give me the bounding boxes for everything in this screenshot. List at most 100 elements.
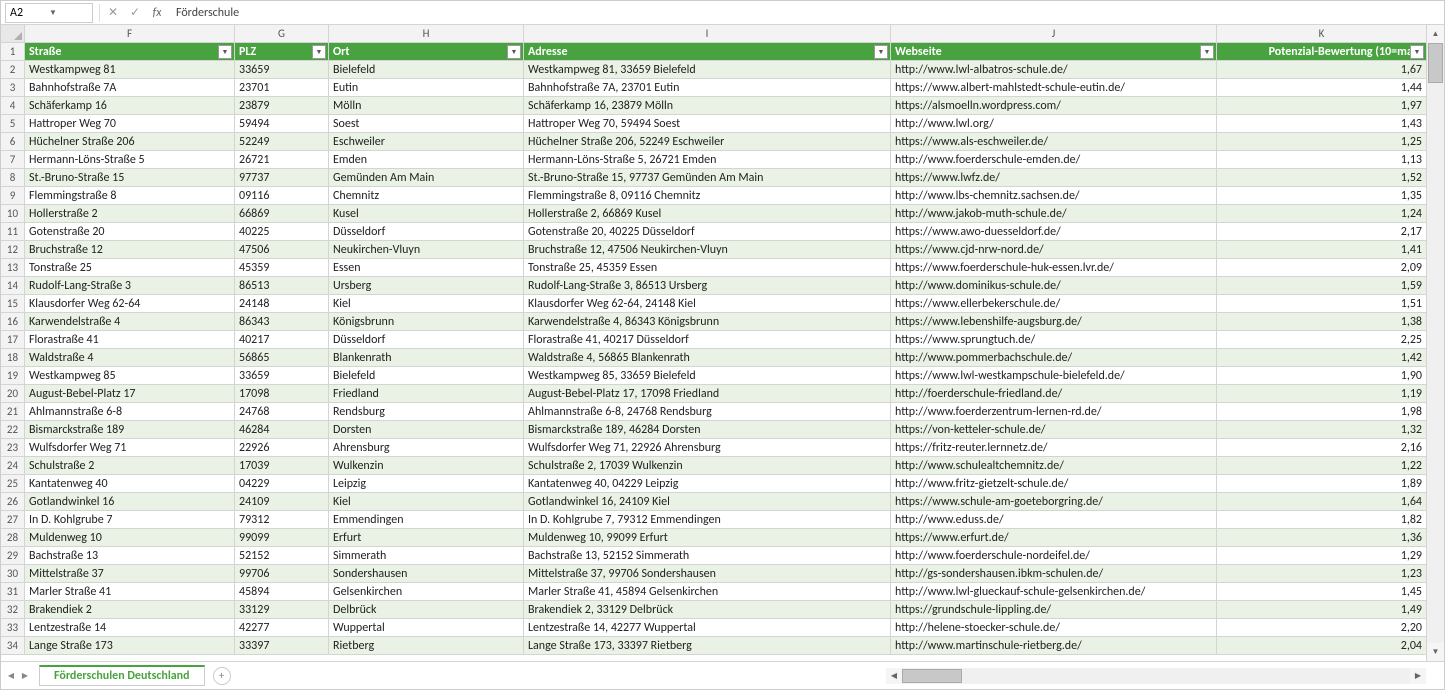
- cell-webseite[interactable]: https://www.foerderschule-huk-essen.lvr.…: [891, 259, 1217, 277]
- cell-strasse[interactable]: Bachstraße 13: [25, 547, 235, 565]
- row-header[interactable]: 13: [1, 259, 25, 277]
- cell-strasse[interactable]: Muldenweg 10: [25, 529, 235, 547]
- cell-plz[interactable]: 66869: [235, 205, 329, 223]
- cell-plz[interactable]: 24148: [235, 295, 329, 313]
- cell-adresse[interactable]: Hermann-Löns-Straße 5, 26721 Emden: [524, 151, 891, 169]
- cell-ort[interactable]: Ursberg: [329, 277, 524, 295]
- cell-bewertung[interactable]: 1,90: [1217, 367, 1426, 385]
- tab-nav-prev-icon[interactable]: ◀: [5, 669, 17, 683]
- formula-input[interactable]: Förderschule: [168, 6, 1444, 20]
- cell-webseite[interactable]: https://www.schule-am-goeteborgring.de/: [891, 493, 1217, 511]
- cell-webseite[interactable]: http://helene-stoecker-schule.de/: [891, 619, 1217, 637]
- cell-webseite[interactable]: https://von-ketteler-schule.de/: [891, 421, 1217, 439]
- cell-strasse[interactable]: Hermann-Löns-Straße 5: [25, 151, 235, 169]
- cell-plz[interactable]: 23701: [235, 79, 329, 97]
- cell-strasse[interactable]: Kantatenweg 40: [25, 475, 235, 493]
- cell-bewertung[interactable]: 1,82: [1217, 511, 1426, 529]
- cell-ort[interactable]: Kiel: [329, 295, 524, 313]
- cell-adresse[interactable]: Bismarckstraße 189, 46284 Dorsten: [524, 421, 891, 439]
- cell-bewertung[interactable]: 1,23: [1217, 565, 1426, 583]
- sheet-tab[interactable]: Förderschulen Deutschland: [39, 665, 205, 686]
- cell-adresse[interactable]: Rudolf-Lang-Straße 3, 86513 Ursberg: [524, 277, 891, 295]
- vscroll-thumb[interactable]: [1428, 43, 1443, 83]
- row-header[interactable]: 5: [1, 115, 25, 133]
- cell-plz[interactable]: 22926: [235, 439, 329, 457]
- cell-adresse[interactable]: Lange Straße 173, 33397 Rietberg: [524, 637, 891, 655]
- row-header[interactable]: 19: [1, 367, 25, 385]
- cell-bewertung[interactable]: 1,67: [1217, 61, 1426, 79]
- cell-ort[interactable]: Chemnitz: [329, 187, 524, 205]
- cell-ort[interactable]: Simmerath: [329, 547, 524, 565]
- column-header-F[interactable]: F: [25, 25, 235, 43]
- cell-strasse[interactable]: Karwendelstraße 4: [25, 313, 235, 331]
- cell-adresse[interactable]: Florastraße 41, 40217 Düsseldorf: [524, 331, 891, 349]
- cell-ort[interactable]: Eschweiler: [329, 133, 524, 151]
- cell-ort[interactable]: Kusel: [329, 205, 524, 223]
- cell-webseite[interactable]: https://grundschule-lippling.de/: [891, 601, 1217, 619]
- cell-adresse[interactable]: Klausdorfer Weg 62-64, 24148 Kiel: [524, 295, 891, 313]
- cell-strasse[interactable]: Gotlandwinkel 16: [25, 493, 235, 511]
- row-header[interactable]: 18: [1, 349, 25, 367]
- column-header-G[interactable]: G: [235, 25, 329, 43]
- row-header[interactable]: 16: [1, 313, 25, 331]
- cell-adresse[interactable]: Hattroper Weg 70, 59494 Soest: [524, 115, 891, 133]
- row-header[interactable]: 34: [1, 637, 25, 655]
- cell-webseite[interactable]: http://www.jakob-muth-schule.de/: [891, 205, 1217, 223]
- cell-adresse[interactable]: Tonstraße 25, 45359 Essen: [524, 259, 891, 277]
- table-header-strasse[interactable]: Straße▼: [25, 43, 235, 61]
- cell-ort[interactable]: Wulkenzin: [329, 457, 524, 475]
- cell-bewertung[interactable]: 1,45: [1217, 583, 1426, 601]
- cell-bewertung[interactable]: 2,09: [1217, 259, 1426, 277]
- cell-ort[interactable]: Blankenrath: [329, 349, 524, 367]
- chevron-down-icon[interactable]: ▼: [49, 8, 88, 18]
- cell-webseite[interactable]: http://www.dominikus-schule.de/: [891, 277, 1217, 295]
- accept-formula-icon[interactable]: ✓: [124, 3, 146, 23]
- cell-bewertung[interactable]: 2,16: [1217, 439, 1426, 457]
- cell-bewertung[interactable]: 1,97: [1217, 97, 1426, 115]
- cell-strasse[interactable]: Westkampweg 81: [25, 61, 235, 79]
- cell-plz[interactable]: 40217: [235, 331, 329, 349]
- cell-plz[interactable]: 40225: [235, 223, 329, 241]
- cell-plz[interactable]: 26721: [235, 151, 329, 169]
- cell-ort[interactable]: Bielefeld: [329, 61, 524, 79]
- cell-webseite[interactable]: https://www.ellerbekerschule.de/: [891, 295, 1217, 313]
- cell-webseite[interactable]: http://www.martinschule-rietberg.de/: [891, 637, 1217, 655]
- cell-plz[interactable]: 33397: [235, 637, 329, 655]
- row-header[interactable]: 2: [1, 61, 25, 79]
- cell-ort[interactable]: Dorsten: [329, 421, 524, 439]
- column-header-J[interactable]: J: [891, 25, 1217, 43]
- cell-strasse[interactable]: Lentzestraße 14: [25, 619, 235, 637]
- filter-dropdown-icon[interactable]: ▼: [507, 45, 521, 59]
- cell-bewertung[interactable]: 1,51: [1217, 295, 1426, 313]
- cell-plz[interactable]: 52249: [235, 133, 329, 151]
- cell-adresse[interactable]: Ahlmannstraße 6-8, 24768 Rendsburg: [524, 403, 891, 421]
- tab-nav-next-icon[interactable]: ▶: [19, 669, 31, 683]
- cell-bewertung[interactable]: 2,20: [1217, 619, 1426, 637]
- cell-plz[interactable]: 86343: [235, 313, 329, 331]
- row-header[interactable]: 6: [1, 133, 25, 151]
- cell-adresse[interactable]: Marler Straße 41, 45894 Gelsenkirchen: [524, 583, 891, 601]
- table-header-plz[interactable]: PLZ▼: [235, 43, 329, 61]
- cell-adresse[interactable]: Schäferkamp 16, 23879 Mölln: [524, 97, 891, 115]
- cell-bewertung[interactable]: 1,25: [1217, 133, 1426, 151]
- cell-ort[interactable]: Wuppertal: [329, 619, 524, 637]
- cell-bewertung[interactable]: 1,59: [1217, 277, 1426, 295]
- cell-bewertung[interactable]: 1,98: [1217, 403, 1426, 421]
- cell-webseite[interactable]: https://www.cjd-nrw-nord.de/: [891, 241, 1217, 259]
- hscroll-thumb[interactable]: [902, 669, 962, 683]
- cell-adresse[interactable]: St.-Bruno-Straße 15, 97737 Gemünden Am M…: [524, 169, 891, 187]
- row-header[interactable]: 22: [1, 421, 25, 439]
- cell-strasse[interactable]: Hattroper Weg 70: [25, 115, 235, 133]
- cell-adresse[interactable]: Mittelstraße 37, 99706 Sondershausen: [524, 565, 891, 583]
- cell-ort[interactable]: Rendsburg: [329, 403, 524, 421]
- cell-webseite[interactable]: https://www.sprungtuch.de/: [891, 331, 1217, 349]
- cell-strasse[interactable]: Klausdorfer Weg 62-64: [25, 295, 235, 313]
- row-header[interactable]: 25: [1, 475, 25, 493]
- cell-webseite[interactable]: http://www.eduss.de/: [891, 511, 1217, 529]
- cell-bewertung[interactable]: 1,13: [1217, 151, 1426, 169]
- cell-bewertung[interactable]: 1,41: [1217, 241, 1426, 259]
- cell-webseite[interactable]: http://www.schulealtchemnitz.de/: [891, 457, 1217, 475]
- cell-webseite[interactable]: http://www.lwl-albatros-schule.de/: [891, 61, 1217, 79]
- cell-adresse[interactable]: In D. Kohlgrube 7, 79312 Emmendingen: [524, 511, 891, 529]
- cell-strasse[interactable]: Marler Straße 41: [25, 583, 235, 601]
